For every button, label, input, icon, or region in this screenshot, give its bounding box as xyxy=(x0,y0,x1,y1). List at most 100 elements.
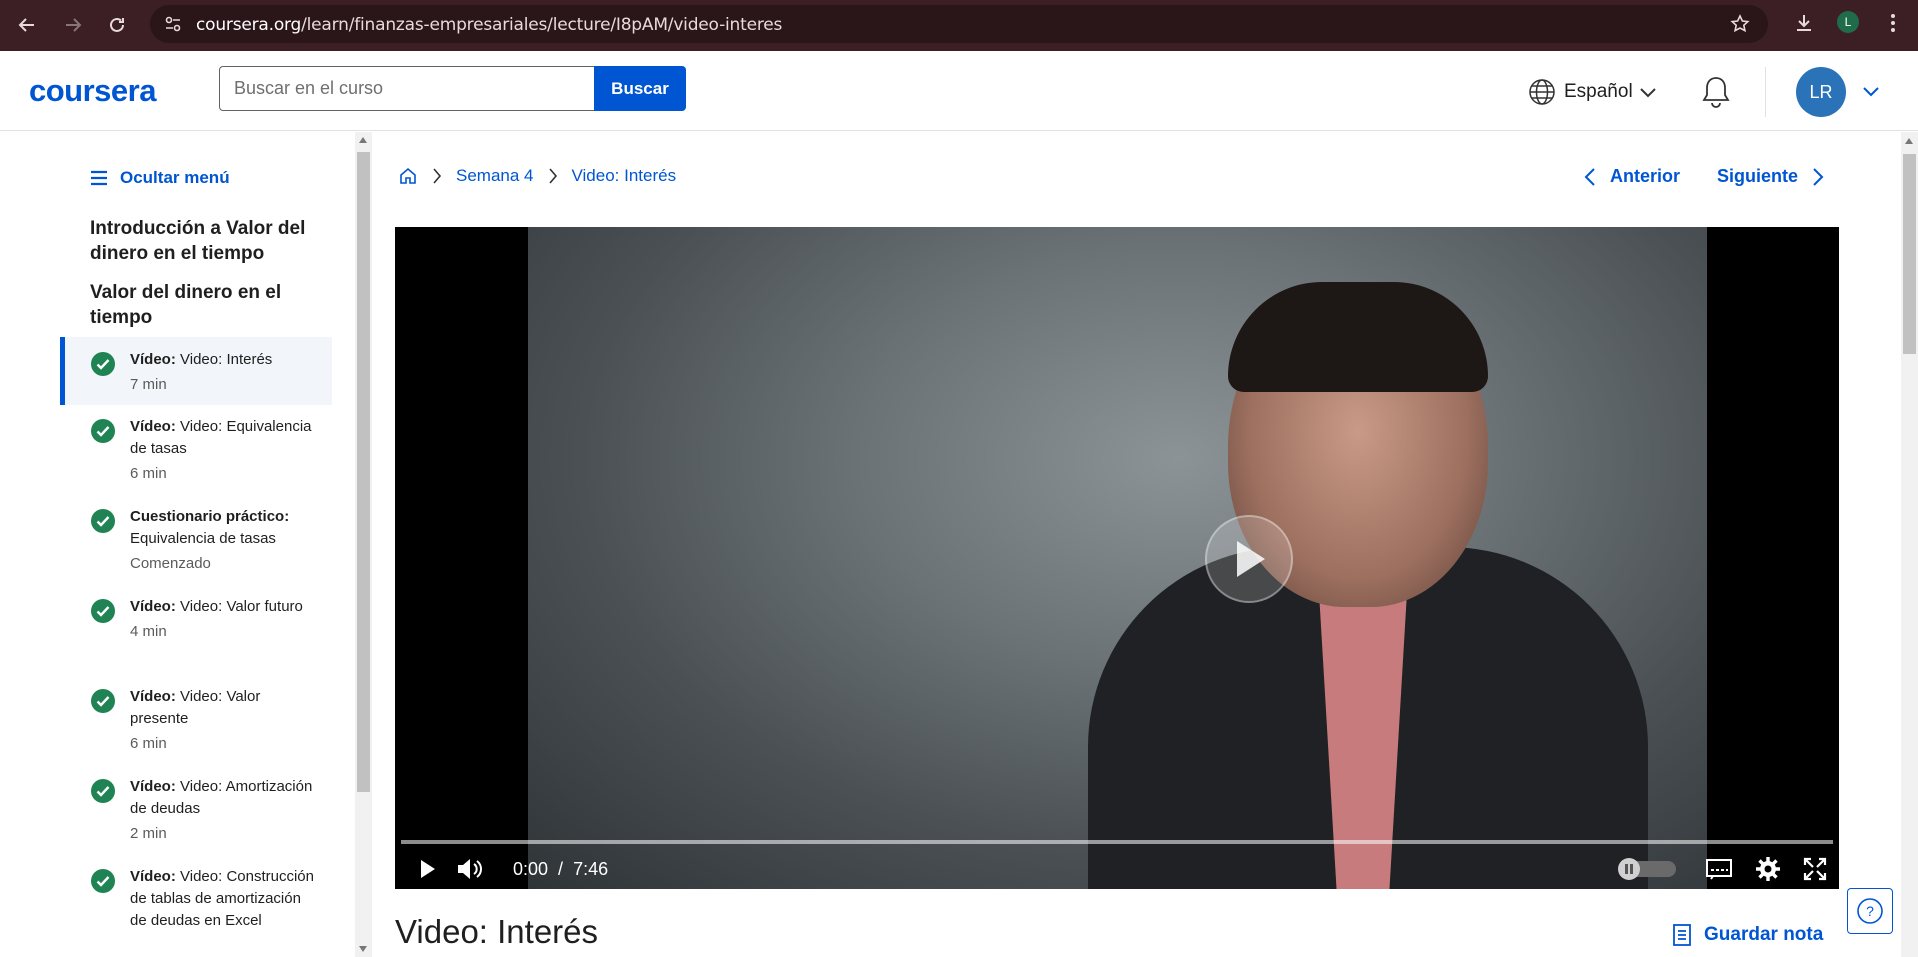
page-scrollbar[interactable] xyxy=(1901,132,1918,957)
bookmark-star-icon[interactable] xyxy=(1730,14,1750,39)
breadcrumb-week-link[interactable]: Semana 4 xyxy=(456,166,534,186)
list-item[interactable]: Vídeo: Video: Amortización de deudas 2 mi… xyxy=(60,764,332,854)
volume-button[interactable] xyxy=(455,855,485,883)
chevron-right-icon xyxy=(432,167,442,185)
sidebar-scrollbar[interactable] xyxy=(355,132,372,957)
item-meta: 7 min xyxy=(130,376,167,393)
forward-arrow-icon[interactable] xyxy=(58,10,88,40)
item-type: Vídeo: xyxy=(130,351,176,368)
save-note-label: Guardar nota xyxy=(1704,924,1824,945)
completed-check-icon xyxy=(91,689,115,713)
sidebar-scroll-thumb[interactable] xyxy=(357,152,370,792)
chevron-right-icon xyxy=(548,167,558,185)
subtitles-button[interactable] xyxy=(1704,855,1734,883)
language-label: Español xyxy=(1564,81,1633,102)
help-button[interactable]: ? xyxy=(1847,888,1893,934)
completed-check-icon xyxy=(91,869,115,893)
item-meta: 6 min xyxy=(130,735,167,752)
site-info-icon[interactable] xyxy=(164,15,182,38)
play-icon xyxy=(421,860,435,878)
coursera-logo[interactable]: coursera xyxy=(29,73,156,109)
reload-icon[interactable] xyxy=(102,10,132,40)
back-arrow-icon[interactable] xyxy=(12,10,42,40)
section-title-current[interactable]: Valor del dinero en el tiempo xyxy=(90,280,320,330)
item-type: Vídeo: xyxy=(130,778,176,795)
header-divider xyxy=(1765,67,1766,117)
note-icon xyxy=(1673,924,1691,946)
scroll-up-arrow-icon[interactable] xyxy=(1905,138,1913,144)
play-button[interactable] xyxy=(415,855,441,883)
page-title: Video: Interés xyxy=(395,913,599,950)
subtitles-icon xyxy=(1706,859,1732,880)
section-title-intro[interactable]: Introducción a Valor del dinero en el ti… xyxy=(90,216,320,266)
menu-icon xyxy=(91,170,107,186)
fullscreen-icon xyxy=(1803,857,1827,881)
video-progress-bar[interactable] xyxy=(401,840,1833,844)
scroll-down-arrow-icon[interactable] xyxy=(359,946,367,952)
video-player[interactable]: 0:00 / 7:46 xyxy=(395,227,1839,889)
current-time: 0:00 xyxy=(513,858,549,879)
more-menu-icon[interactable] xyxy=(1890,12,1896,39)
list-item[interactable]: Vídeo: Video: Valor futuro 4 min xyxy=(60,584,332,674)
item-text: Cuestionario práctico: Equivalencia de t… xyxy=(130,506,320,575)
notifications-bell-icon[interactable] xyxy=(1700,75,1732,114)
fullscreen-button[interactable] xyxy=(1800,855,1830,883)
next-button[interactable]: Siguiente xyxy=(1717,166,1824,187)
item-text: Vídeo: Video: Equivalencia de tasas 6 min xyxy=(130,416,320,485)
previous-label: Anterior xyxy=(1610,166,1681,186)
item-type: Vídeo: xyxy=(130,598,176,615)
item-meta: 2 min xyxy=(130,825,167,842)
list-item[interactable]: Vídeo: Video: Valor presente 6 min xyxy=(60,674,332,764)
help-icon: ? xyxy=(1857,898,1883,924)
search-input[interactable] xyxy=(219,66,594,111)
chevron-down-icon xyxy=(1639,86,1657,98)
url-text: coursera.org/learn/finanzas-empresariale… xyxy=(196,15,782,35)
home-icon[interactable] xyxy=(398,166,418,186)
list-item[interactable]: Vídeo: Video: Interés 7 min xyxy=(60,337,332,405)
language-selector[interactable]: Español xyxy=(1528,78,1657,106)
profile-avatar[interactable]: L xyxy=(1837,11,1859,33)
user-avatar[interactable]: LR xyxy=(1796,67,1846,117)
url-path: /learn/finanzas-empresariales/lecture/I8… xyxy=(301,15,783,35)
save-note-button[interactable]: Guardar nota xyxy=(1672,923,1823,947)
item-type: Cuestionario práctico: xyxy=(130,508,290,525)
chevron-right-icon xyxy=(1813,167,1824,186)
item-text: Vídeo: Video: Construcción de tablas de … xyxy=(130,866,320,932)
time-separator: / xyxy=(558,858,564,879)
search-button[interactable]: Buscar xyxy=(594,66,686,111)
play-overlay-button[interactable] xyxy=(1205,515,1293,603)
hide-menu-label: Ocultar menú xyxy=(120,168,230,187)
item-text: Vídeo: Video: Interés 7 min xyxy=(130,349,320,396)
svg-text:?: ? xyxy=(1866,903,1874,919)
chevron-left-icon xyxy=(1584,167,1595,186)
page-scroll-thumb[interactable] xyxy=(1903,154,1916,354)
list-item[interactable]: Vídeo: Video: Construcción de tablas de … xyxy=(60,854,332,957)
breadcrumb-current[interactable]: Video: Interés xyxy=(572,166,677,186)
download-icon[interactable] xyxy=(1793,12,1815,39)
completed-check-icon xyxy=(91,779,115,803)
item-type: Vídeo: xyxy=(130,688,176,705)
list-item[interactable]: Vídeo: Video: Equivalencia de tasas 6 min xyxy=(60,404,332,494)
presenter-hair xyxy=(1228,282,1488,392)
item-type: Vídeo: xyxy=(130,418,176,435)
address-bar[interactable]: coursera.org/learn/finanzas-empresariale… xyxy=(150,5,1768,43)
completed-check-icon xyxy=(91,419,115,443)
scroll-up-arrow-icon[interactable] xyxy=(359,137,367,143)
video-frame xyxy=(528,227,1707,889)
item-meta: 6 min xyxy=(130,465,167,482)
duration: 7:46 xyxy=(573,858,609,879)
completed-check-icon xyxy=(91,352,115,376)
previous-button[interactable]: Anterior xyxy=(1584,166,1680,187)
globe-icon xyxy=(1528,78,1556,106)
settings-button[interactable] xyxy=(1753,855,1783,883)
gear-icon xyxy=(1756,857,1780,881)
list-item[interactable]: Cuestionario práctico: Equivalencia de t… xyxy=(60,494,332,584)
item-title: Equivalencia de tasas xyxy=(130,530,276,547)
account-chevron-down-icon[interactable] xyxy=(1862,84,1880,102)
item-meta: 4 min xyxy=(130,623,167,640)
course-sidebar: Ocultar menú Introducción a Valor del di… xyxy=(0,132,355,957)
play-icon xyxy=(1237,541,1265,577)
autoplay-toggle[interactable] xyxy=(1618,858,1676,880)
pause-icon xyxy=(1618,858,1640,880)
hide-menu-button[interactable]: Ocultar menú xyxy=(90,168,230,188)
